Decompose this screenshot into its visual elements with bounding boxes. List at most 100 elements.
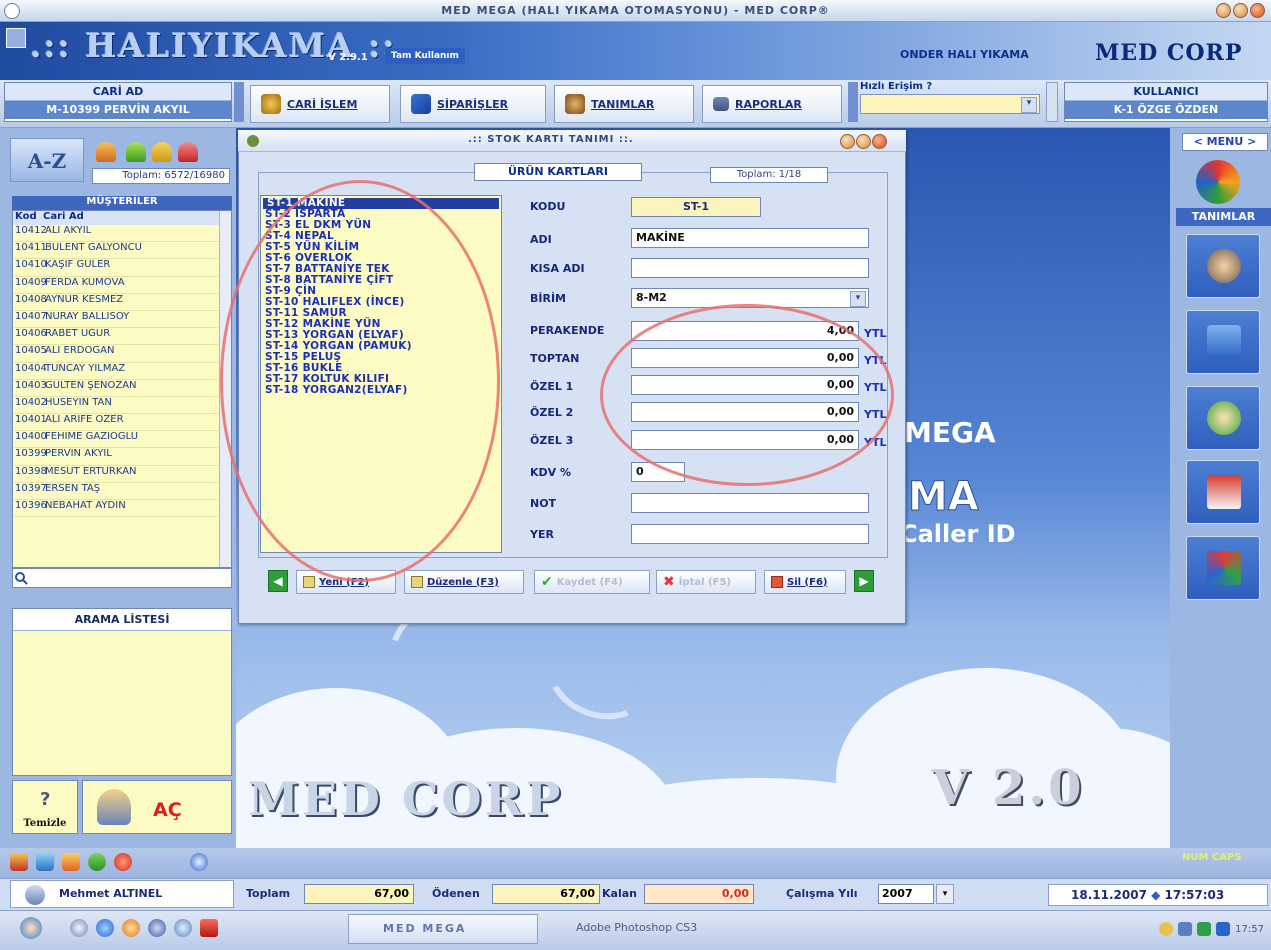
save-button[interactable]: ✔ Kaydet (F4) — [534, 570, 650, 594]
toptan-field[interactable]: 0,00 — [631, 348, 859, 368]
delete-button[interactable]: Sil (F6) — [764, 570, 846, 594]
az-sort-button[interactable]: A-Z — [10, 138, 84, 182]
maximize-button[interactable] — [1233, 3, 1248, 18]
perakende-field[interactable]: 4,00 — [631, 321, 859, 341]
taskbar-med-mega[interactable]: MED MEGA — [348, 914, 538, 944]
media-icon[interactable] — [174, 919, 192, 937]
minimize-button[interactable] — [1216, 3, 1231, 18]
chevron-down-icon[interactable]: ▾ — [936, 884, 954, 904]
user-value: K-1 ÖZGE ÖZDEN — [1065, 101, 1267, 119]
side-user-button[interactable] — [1186, 234, 1260, 298]
search-list[interactable]: ARAMA LİSTESİ — [12, 608, 232, 776]
next-record-button[interactable]: ▶ — [854, 570, 874, 592]
customer-row[interactable]: 10405 ALİ ERDOĞAN — [13, 345, 231, 363]
customer-row[interactable]: 10408 AYNUR KESMEZ — [13, 294, 231, 311]
arrow-icon[interactable] — [62, 853, 80, 871]
kodu-label: KODU — [530, 200, 566, 213]
customer-table[interactable]: Kod Cari Ad 10412 ALİ AKYIL 10411 BÜLENT GA… — [12, 210, 232, 568]
side-blocks-button[interactable] — [1186, 536, 1260, 600]
user-red-icon[interactable] — [178, 142, 198, 162]
customer-code: 10402 — [15, 396, 47, 408]
not-field[interactable] — [631, 493, 869, 513]
customer-row[interactable]: 10407 NURAY BALLISOY — [13, 311, 231, 329]
app-red-icon[interactable] — [200, 919, 218, 937]
group-users-icon[interactable] — [96, 142, 116, 162]
ozel2-field[interactable]: 0,00 — [631, 402, 859, 422]
customer-row[interactable]: 10398 MESUT ERTÜRKAN — [13, 466, 231, 483]
taskbar-photoshop[interactable]: Adobe Photoshop CS3 — [546, 914, 736, 944]
kodu-field[interactable]: ST-1 — [631, 197, 761, 217]
stop-icon[interactable] — [114, 853, 132, 871]
edit-button[interactable]: Düzenle (F3) — [404, 570, 524, 594]
network-icon[interactable] — [1197, 922, 1212, 936]
dialog-maximize-button[interactable] — [856, 134, 871, 149]
cancel-button[interactable]: ✖ İptal (F5) — [656, 570, 756, 594]
collapse-left-handle[interactable] — [234, 82, 244, 122]
clear-button[interactable]: ? Temizle — [12, 780, 78, 834]
raporlar-button[interactable]: RAPORLAR — [702, 85, 842, 123]
tanimlar-button[interactable]: TANIMLAR — [554, 85, 694, 123]
start-icon[interactable] — [20, 917, 42, 939]
customer-row[interactable]: 10410 KAŞİF GÜLER — [13, 259, 231, 277]
birim-select[interactable]: 8-M2 — [631, 288, 869, 308]
side-books-button[interactable] — [1186, 310, 1260, 374]
customer-row[interactable]: 10412 ALİ AKYIL — [13, 225, 231, 243]
customer-code: 10400 — [15, 431, 47, 443]
customer-row[interactable]: 10397 ERSEN TAŞ — [13, 483, 231, 500]
customer-row[interactable]: 10404 TUNCAY YILMAZ — [13, 363, 231, 380]
side-home-button[interactable] — [1186, 460, 1260, 524]
refresh-circle-icon[interactable] — [190, 853, 208, 871]
app-icon — [4, 3, 20, 19]
quick-access-select[interactable] — [860, 94, 1040, 114]
customer-row[interactable]: 10401 ALİ ARİFE ÖZER — [13, 414, 231, 432]
side-person-button[interactable] — [1186, 386, 1260, 450]
customer-row[interactable]: 10403 GÜLTEN ŞENOZAN — [13, 380, 231, 397]
user-yellow-icon[interactable] — [152, 142, 172, 162]
customer-row[interactable]: 10409 FERDA KUMOVA — [13, 277, 231, 294]
ozel3-field[interactable]: 0,00 — [631, 430, 859, 450]
close-button[interactable] — [1250, 3, 1265, 18]
customer-row[interactable]: 10399 PERVİN AKYIL — [13, 448, 231, 466]
firefox-icon[interactable] — [122, 919, 140, 937]
working-year-select[interactable]: 2007 — [878, 884, 934, 904]
customer-row[interactable]: 10402 HÜSEYİN TAN — [13, 396, 231, 415]
ozel1-field[interactable]: 0,00 — [631, 375, 859, 395]
menu-toggle[interactable]: < MENU > — [1182, 133, 1268, 151]
open-button[interactable]: AÇ — [82, 780, 232, 834]
kisa-adi-field[interactable] — [631, 258, 869, 278]
customer-row[interactable]: 10406 RABET UĞUR — [13, 328, 231, 346]
messenger-icon[interactable] — [148, 919, 166, 937]
customer-name: BÜLENT GALYONCU — [45, 242, 142, 254]
kdv-field[interactable]: 0 — [631, 462, 685, 482]
product-list[interactable]: ST-1 MAKİNE ST-2 ISPARTA ST-3 EL DKM YÜN ST… — [260, 195, 502, 553]
working-year-label: Çalışma Yılı — [786, 887, 858, 900]
customer-row[interactable]: 10411 BÜLENT GALYONCU — [13, 242, 231, 260]
prev-record-button[interactable]: ◀ — [268, 570, 288, 592]
product-item[interactable]: ST-18 YORGAN2(ELYAF) — [261, 385, 501, 396]
ie-icon[interactable] — [96, 919, 114, 937]
customer-name: HÜSEYİN TAN — [45, 396, 112, 408]
new-button[interactable]: Yeni (F2) — [296, 570, 396, 594]
quicklaunch-icon-1[interactable] — [70, 919, 88, 937]
currency-label-3: YTL — [864, 381, 887, 394]
dialog-close-button[interactable] — [872, 134, 887, 149]
users-icon[interactable] — [10, 853, 28, 871]
dialog-minimize-button[interactable] — [840, 134, 855, 149]
customer-code: 10404 — [15, 362, 47, 374]
volume-icon[interactable] — [1216, 922, 1231, 936]
siparisler-button[interactable]: SİPARİŞLER — [400, 85, 546, 123]
user-green-icon[interactable] — [126, 142, 146, 162]
tray-icon-1[interactable] — [1159, 922, 1174, 936]
yer-field[interactable] — [631, 524, 869, 544]
customer-row[interactable]: 10396 NEBAHAT AYDIN — [13, 500, 231, 518]
cari-islem-button[interactable]: CARİ İŞLEM — [250, 85, 390, 123]
help-icon[interactable] — [88, 853, 106, 871]
notes-icon[interactable] — [36, 853, 54, 871]
customer-scrollbar[interactable] — [219, 211, 231, 567]
quick-access-handle[interactable] — [848, 82, 858, 122]
quick-scroll[interactable] — [1046, 82, 1058, 122]
customer-search-input[interactable] — [12, 568, 232, 588]
adi-field[interactable]: MAKİNE — [631, 228, 869, 248]
customer-row[interactable]: 10400 FEHİME GAZİOĞLU — [13, 431, 231, 449]
tray-icon-2[interactable] — [1178, 922, 1193, 936]
